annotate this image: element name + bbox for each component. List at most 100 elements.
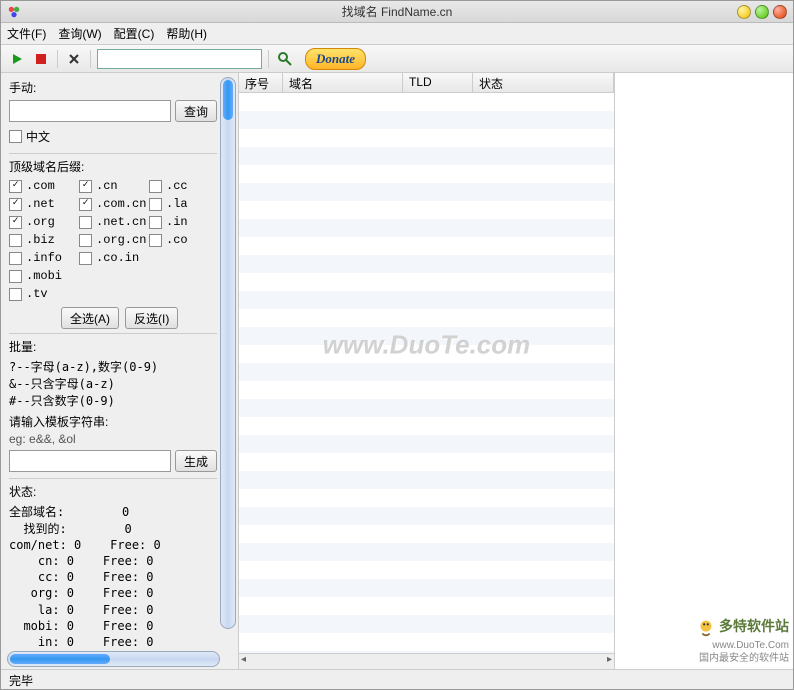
tld-checkbox[interactable]: [149, 180, 162, 193]
table-body: www.DuoTe.com: [239, 93, 614, 653]
batch-hint: &--只含字母(a-z): [9, 376, 217, 393]
status-text: 完毕: [9, 674, 33, 688]
menubar: 文件(F) 查询(W) 配置(C) 帮助(H): [1, 23, 793, 45]
divider: [9, 478, 217, 479]
tld-label: .in: [166, 215, 188, 229]
tld-checkbox[interactable]: [9, 180, 22, 193]
close-button[interactable]: [773, 5, 787, 19]
chinese-label: 中文: [26, 128, 50, 145]
tld-checkbox[interactable]: [9, 288, 22, 301]
tld-checkbox[interactable]: [9, 198, 22, 211]
col-seq[interactable]: 序号: [239, 73, 283, 92]
tld-checkbox[interactable]: [149, 198, 162, 211]
tld-checkbox[interactable]: [9, 270, 22, 283]
divider: [9, 333, 217, 334]
tld-checkbox[interactable]: [79, 180, 92, 193]
tld-item: .org: [9, 215, 77, 229]
tld-checkbox[interactable]: [79, 252, 92, 265]
tld-checkbox[interactable]: [79, 198, 92, 211]
footer-name: 多特软件站: [719, 618, 789, 634]
tld-checkbox[interactable]: [79, 216, 92, 229]
clear-button[interactable]: [64, 49, 84, 69]
manual-query-button[interactable]: 查询: [175, 100, 217, 122]
toolbar-separator: [57, 50, 58, 68]
menu-config[interactable]: 配置(C): [114, 25, 155, 42]
statusbar: 完毕: [1, 669, 793, 689]
batch-hint: ?--字母(a-z),数字(0-9): [9, 359, 217, 376]
tld-item: .info: [9, 251, 77, 265]
tld-checkbox[interactable]: [149, 234, 162, 247]
col-status[interactable]: 状态: [473, 73, 614, 92]
search-button[interactable]: [275, 49, 295, 69]
tld-item: .com: [9, 179, 77, 193]
batch-input[interactable]: [9, 450, 171, 472]
tld-checkbox[interactable]: [9, 252, 22, 265]
window-title: 找域名 FindName.cn: [342, 3, 453, 20]
tld-item: .net: [9, 197, 77, 211]
tld-item: .la: [149, 197, 217, 211]
batch-label: 批量:: [9, 338, 217, 355]
titlebar: 找域名 FindName.cn: [1, 1, 793, 23]
left-vertical-scrollbar[interactable]: [220, 77, 236, 629]
tld-label: .cn: [96, 179, 118, 193]
tld-label: .info: [26, 251, 62, 265]
invert-selection-button[interactable]: 反选(I): [125, 307, 178, 329]
toolbar: Donate: [1, 45, 793, 73]
tld-item: .net.cn: [79, 215, 147, 229]
tld-item: .co.in: [79, 251, 147, 265]
tld-checkbox[interactable]: [9, 234, 22, 247]
toolbar-separator: [90, 50, 91, 68]
generate-button[interactable]: 生成: [175, 450, 217, 472]
footer-url: www.DuoTe.Com: [695, 639, 789, 652]
manual-input[interactable]: [9, 100, 171, 122]
tld-item: .cc: [149, 179, 217, 193]
donate-button[interactable]: Donate: [305, 48, 366, 70]
stop-button[interactable]: [31, 49, 51, 69]
minimize-button[interactable]: [737, 5, 751, 19]
tld-item: .cn: [79, 179, 147, 193]
tld-item: [79, 269, 147, 283]
col-tld[interactable]: TLD: [403, 73, 473, 92]
tld-label: .co.in: [96, 251, 139, 265]
tld-checkbox[interactable]: [9, 216, 22, 229]
app-window: 找域名 FindName.cn 文件(F) 查询(W) 配置(C) 帮助(H) …: [0, 0, 794, 690]
main-body: 手动: 查询 中文 顶级域名后缀: .com.cn.cc.net.com.cn.…: [1, 73, 793, 669]
scrollbar-thumb[interactable]: [223, 80, 233, 120]
menu-file[interactable]: 文件(F): [7, 25, 46, 42]
duote-icon: [695, 617, 717, 639]
right-panel: 多特软件站 www.DuoTe.Com 国内最安全的软件站: [615, 73, 793, 669]
tld-label: .biz: [26, 233, 55, 247]
window-controls: [737, 5, 787, 19]
menu-query[interactable]: 查询(W): [58, 25, 101, 42]
toolbar-input[interactable]: [97, 49, 262, 69]
status-label: 状态:: [9, 483, 217, 500]
tld-checkbox[interactable]: [149, 216, 162, 229]
left-horizontal-scrollbar[interactable]: [7, 651, 220, 667]
tld-item: [149, 251, 217, 265]
row-stripes: [239, 93, 614, 653]
footer-watermark: 多特软件站 www.DuoTe.Com 国内最安全的软件站: [695, 617, 789, 665]
tld-checkbox[interactable]: [79, 234, 92, 247]
toolbar-separator: [268, 50, 269, 68]
left-panel: 手动: 查询 中文 顶级域名后缀: .com.cn.cc.net.com.cn.…: [1, 73, 239, 669]
tld-label: .cc: [166, 179, 188, 193]
maximize-button[interactable]: [755, 5, 769, 19]
tld-label: .com.cn: [96, 197, 146, 211]
app-icon: [7, 5, 21, 19]
tld-item: .tv: [9, 287, 77, 301]
play-button[interactable]: [7, 49, 27, 69]
results-horizontal-scrollbar[interactable]: [239, 653, 614, 669]
tld-label: .net.cn: [96, 215, 146, 229]
chinese-checkbox[interactable]: [9, 130, 22, 143]
menu-help[interactable]: 帮助(H): [166, 25, 207, 42]
scrollbar-thumb[interactable]: [10, 654, 110, 664]
tld-item: .in: [149, 215, 217, 229]
col-domain[interactable]: 域名: [283, 73, 403, 92]
tld-item: .co: [149, 233, 217, 247]
select-all-button[interactable]: 全选(A): [61, 307, 119, 329]
batch-hint: #--只含数字(0-9): [9, 393, 217, 410]
divider: [9, 153, 217, 154]
left-content: 手动: 查询 中文 顶级域名后缀: .com.cn.cc.net.com.cn.…: [1, 73, 238, 649]
results-panel: 序号 域名 TLD 状态 www.DuoTe.com: [239, 73, 615, 669]
tld-item: .biz: [9, 233, 77, 247]
